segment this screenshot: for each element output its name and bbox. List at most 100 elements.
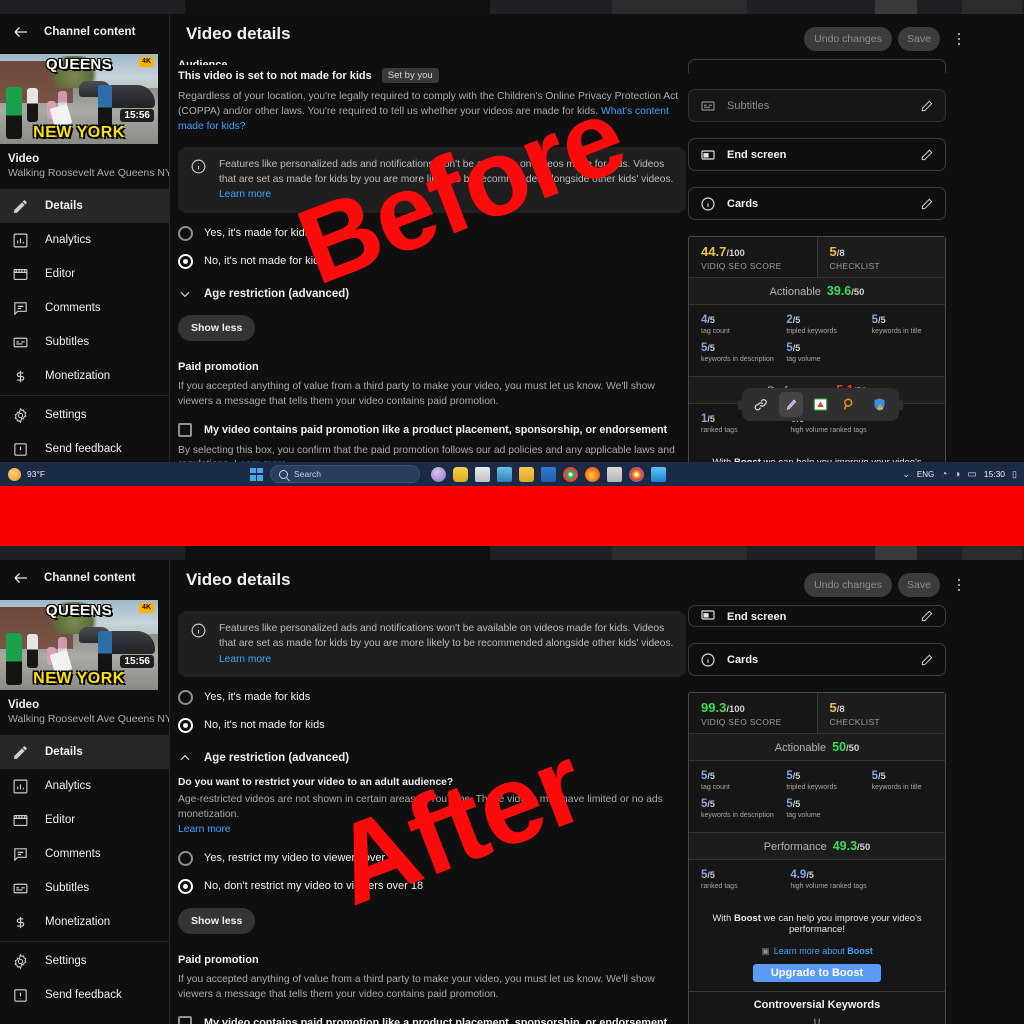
file-explorer-icon[interactable]: [475, 466, 490, 482]
show-less-button[interactable]: Show less: [178, 314, 256, 341]
more-options-button[interactable]: [952, 28, 966, 50]
pencil-icon[interactable]: [920, 99, 934, 113]
more-options-button[interactable]: [952, 574, 966, 596]
toolbar-grip-right[interactable]: [898, 400, 903, 410]
taskbar-search[interactable]: Search: [270, 465, 420, 483]
video-thumbnail[interactable]: QUEENS NEW YORK 4K 15:56: [0, 54, 158, 144]
chrome-canary-icon[interactable]: [629, 466, 644, 482]
sidebar-item-subtitles[interactable]: Subtitles: [0, 325, 169, 359]
annotation-toolbar-before[interactable]: [738, 388, 903, 421]
radio-made-for-kids-yes[interactable]: Yes, it's made for kids: [178, 689, 686, 705]
show-less-button[interactable]: Show less: [178, 907, 256, 934]
actionable-value: 39.6: [826, 284, 852, 298]
browser-tab-4[interactable]: [962, 546, 1022, 560]
notification-icon[interactable]: ▯: [1012, 469, 1017, 480]
sidebar-item-send-feedback[interactable]: Send feedback: [0, 432, 169, 462]
sidebar-item-details[interactable]: Details: [0, 189, 169, 223]
vidiq-tab-seo-score[interactable]: 99.3/100 VIDIQ SEO SCORE: [689, 693, 817, 733]
pencil-icon[interactable]: [920, 609, 934, 623]
chevron-up-icon[interactable]: ⌄: [902, 469, 910, 480]
kids-info-learn-more[interactable]: Learn more: [219, 654, 271, 665]
sidebar-item-editor[interactable]: Editor: [0, 803, 169, 837]
toolbar-grip-left[interactable]: [738, 400, 743, 410]
pencil-icon[interactable]: [920, 197, 934, 211]
end-screen-card[interactable]: End screen: [688, 605, 946, 627]
mail-icon[interactable]: [541, 466, 556, 482]
browser-tab-4[interactable]: [962, 0, 1022, 14]
paid-promotion-checkbox-row[interactable]: My video contains paid promotion like a …: [178, 422, 686, 437]
content-header: Video details Undo changes Save: [170, 14, 1024, 59]
back-arrow-icon[interactable]: [12, 23, 30, 41]
word-icon[interactable]: [607, 466, 622, 482]
back-arrow-icon[interactable]: [12, 569, 30, 587]
sidebar-item-analytics[interactable]: Analytics: [0, 223, 169, 257]
radio-restrict-no[interactable]: No, don't restrict my video to viewers o…: [178, 878, 686, 894]
weather-widget[interactable]: 93°F: [0, 467, 250, 481]
metric-tag-volume: 5/5 tag volume: [774, 798, 859, 819]
subtitles-card[interactable]: Subtitles: [688, 89, 946, 122]
radio-made-for-kids-no[interactable]: No, it's not made for kids: [178, 253, 686, 269]
radio-restrict-yes[interactable]: Yes, restrict my video to viewers over 1…: [178, 850, 686, 866]
age-restriction-accordion[interactable]: Age restriction (advanced): [178, 287, 686, 301]
pencil-icon[interactable]: [920, 653, 934, 667]
wifi-icon[interactable]: ◔: [941, 469, 947, 480]
shield-warning-icon[interactable]: [867, 392, 891, 417]
copilot-icon[interactable]: [431, 466, 446, 482]
weather-temperature: 93°F: [27, 469, 46, 479]
kids-info-learn-more[interactable]: Learn more: [219, 189, 271, 200]
sidebar-item-settings[interactable]: Settings: [0, 398, 169, 432]
folder-icon[interactable]: [519, 466, 534, 482]
vidiq-tab-checklist[interactable]: 5/8 CHECKLIST: [816, 237, 945, 277]
language-indicator[interactable]: ENG: [917, 470, 934, 479]
highlighter-pen-icon[interactable]: [779, 392, 804, 417]
cards-card[interactable]: Cards: [688, 643, 946, 676]
save-button[interactable]: Save: [898, 573, 940, 597]
windows-start-icon[interactable]: [250, 467, 263, 481]
undo-changes-button[interactable]: Undo changes: [804, 27, 892, 51]
pencil-icon[interactable]: [920, 148, 934, 162]
chevron-up-icon: [180, 754, 190, 761]
sidebar-item-settings[interactable]: Settings: [0, 944, 169, 978]
cards-card[interactable]: Cards: [688, 187, 946, 220]
browser-tab-2[interactable]: [612, 0, 747, 14]
paid-promotion-checkbox-row[interactable]: My video contains paid promotion like a …: [178, 1015, 686, 1024]
vidiq-learn-more-row[interactable]: ▣ Learn more about Boost: [689, 939, 945, 960]
sidebar-item-analytics[interactable]: Analytics: [0, 769, 169, 803]
firefox-icon[interactable]: [585, 466, 600, 482]
sidebar-item-details[interactable]: Details: [0, 735, 169, 769]
sidebar-item-monetization[interactable]: Monetization: [0, 359, 169, 393]
edge-icon[interactable]: [651, 466, 666, 482]
magnifier-icon[interactable]: [838, 392, 862, 417]
age-restriction-accordion[interactable]: Age restriction (advanced): [178, 751, 686, 765]
browser-tab-3[interactable]: [875, 546, 917, 560]
sidebar-item-subtitles[interactable]: Subtitles: [0, 871, 169, 905]
upgrade-to-boost-button[interactable]: Upgrade to Boost: [752, 964, 882, 982]
end-screen-card[interactable]: End screen: [688, 138, 946, 171]
browser-tab-active[interactable]: [185, 0, 490, 14]
browser-tab-3[interactable]: [875, 0, 917, 14]
volume-icon[interactable]: ◑: [954, 469, 960, 480]
sidebar-item-comments[interactable]: Comments: [0, 837, 169, 871]
vidiq-tab-checklist[interactable]: 5/8 CHECKLIST: [816, 693, 945, 733]
store-icon[interactable]: [497, 466, 512, 482]
browser-tab-2[interactable]: [612, 546, 747, 560]
taskbar-clock[interactable]: 15:30: [984, 469, 1005, 479]
widgets-icon[interactable]: [453, 466, 468, 482]
sidebar-item-comments[interactable]: Comments: [0, 291, 169, 325]
sidebar-item-editor[interactable]: Editor: [0, 257, 169, 291]
image-capture-icon[interactable]: [808, 392, 832, 417]
sidebar-item-send-feedback[interactable]: Send feedback: [0, 978, 169, 1012]
save-button[interactable]: Save: [898, 27, 940, 51]
battery-icon[interactable]: ▭: [967, 469, 976, 480]
video-thumbnail[interactable]: QUEENS NEW YORK 4K 15:56: [0, 600, 158, 690]
vidiq-tab-seo-score[interactable]: 44.7/100 VIDIQ SEO SCORE: [689, 237, 817, 277]
adult-audience-link[interactable]: Learn more: [178, 824, 231, 835]
browser-tab-active[interactable]: [185, 546, 490, 560]
chrome-icon[interactable]: [563, 466, 578, 482]
undo-changes-button[interactable]: Undo changes: [804, 573, 892, 597]
metric-tripled-keywords: 2/5 tripled keywords: [774, 314, 859, 335]
radio-made-for-kids-no[interactable]: No, it's not made for kids: [178, 717, 686, 733]
radio-made-for-kids-yes[interactable]: Yes, it's made for kids: [178, 225, 686, 241]
sidebar-item-monetization[interactable]: Monetization: [0, 905, 169, 939]
link-icon[interactable]: [750, 392, 774, 417]
